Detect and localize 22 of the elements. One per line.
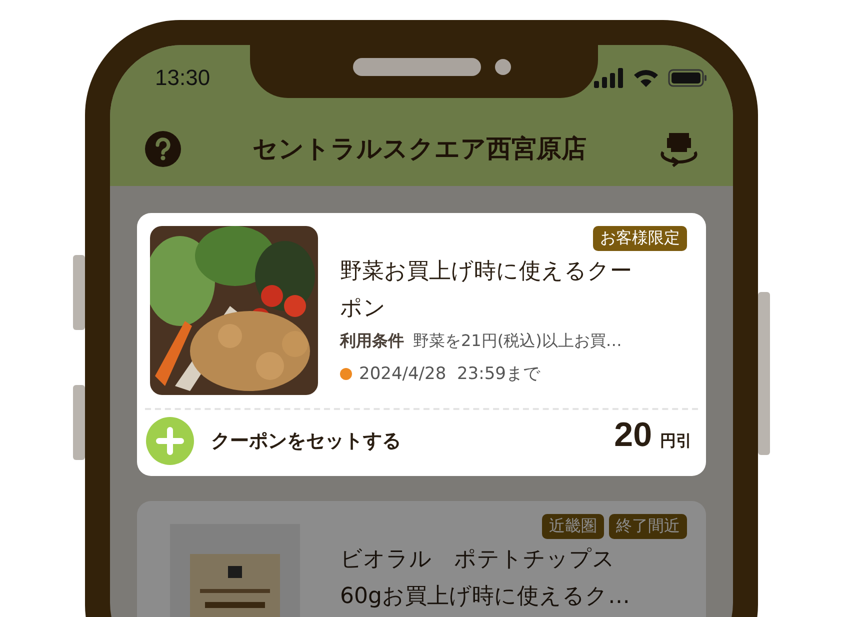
conditions-text: 野菜を21円(税込)以上お買…: [413, 331, 622, 352]
conditions-label: 利用条件: [340, 331, 404, 352]
coupon-card[interactable]: 近畿圏 終了間近 ビオラル ポテトチップス 60gお買上げ時に使えるク…: [137, 501, 706, 617]
discount-amount: 20: [614, 416, 652, 455]
coupon-title: ビオラル ポテトチップス 60gお買上げ時に使えるク…: [340, 546, 631, 611]
store-name: セントラルスクエア西宮原店: [252, 133, 586, 165]
discount-unit: 円引: [660, 431, 692, 452]
expiry-dot-icon: [340, 368, 352, 380]
coupon-title: 野菜お買上げ時に使えるクー ポン: [340, 258, 633, 323]
coupon-tag: お客様限定: [593, 226, 687, 251]
coupon-card[interactable]: お客様限定 野菜お買上げ時に使えるクー ポン 利用条件 野菜を21円(税込)以上お買… 2024/4/28 23:59まで クーポンをセットする 20 円引: [137, 213, 706, 476]
help-icon[interactable]: [144, 130, 182, 168]
coupon-tag: 終了間近: [609, 514, 687, 539]
expiry-date: 2024/4/28 23:59まで: [359, 363, 540, 385]
battery-icon: [668, 69, 708, 87]
status-time: 13:30: [155, 65, 210, 91]
wifi-icon: [633, 68, 659, 88]
set-coupon-button[interactable]: クーポンをセットする: [145, 416, 401, 466]
camera-dot: [495, 59, 511, 75]
signal-icon: [594, 68, 624, 88]
coupon-tag: 近畿圏: [542, 514, 604, 539]
plus-icon: [145, 416, 195, 466]
